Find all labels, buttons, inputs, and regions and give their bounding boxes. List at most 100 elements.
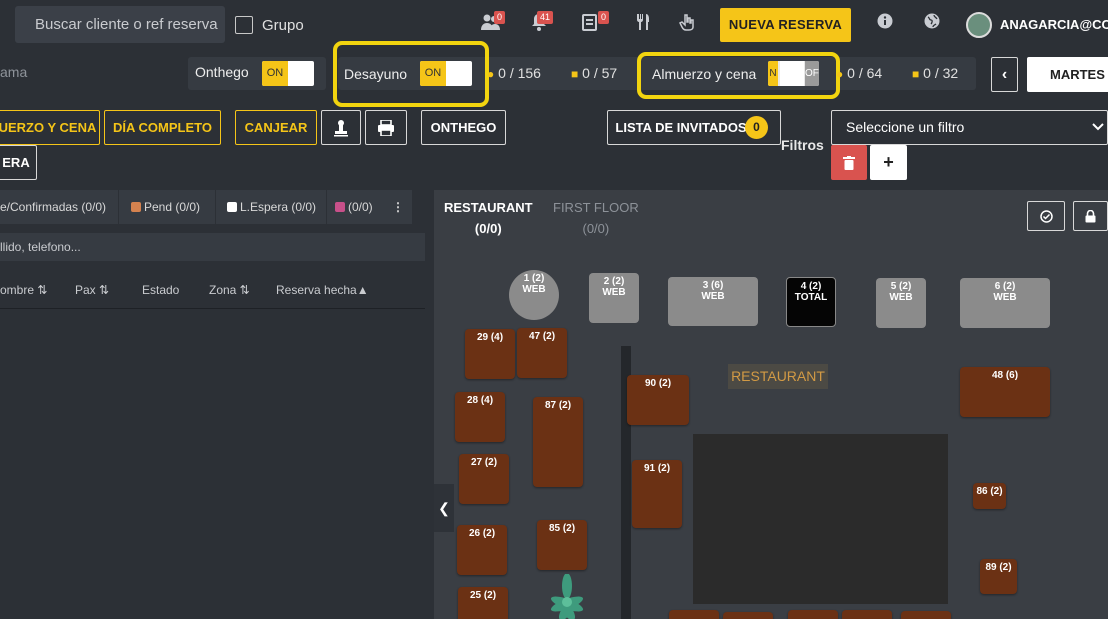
globe-icon[interactable] xyxy=(921,13,943,35)
table-1[interactable]: 1 (2) WEB xyxy=(509,270,559,320)
espera-color-square xyxy=(227,202,237,212)
table-86[interactable]: 86 (2) xyxy=(973,483,1006,509)
table-25[interactable]: 25 (2) xyxy=(458,587,508,619)
table-2-id: 2 (2) xyxy=(603,276,625,287)
desayuno-tables-value: 0 / 57 xyxy=(582,65,618,81)
table-91[interactable]: 91 (2) xyxy=(632,460,682,528)
filter-select-value: Seleccione un filtro xyxy=(846,119,965,135)
almuerzo-pax-count: ● 0 / 64 xyxy=(836,65,882,81)
pax-icon: ● xyxy=(487,67,495,81)
tab-confirmadas[interactable]: e/Confirmadas (0/0) xyxy=(0,200,106,214)
tab-first-floor-count: (0/0) xyxy=(582,221,610,236)
col-estado[interactable]: Estado xyxy=(142,283,179,297)
table-85[interactable]: 85 (2) xyxy=(537,520,587,570)
lock-icon xyxy=(1085,209,1096,223)
table-partial[interactable] xyxy=(788,610,838,619)
notes-badge: 0 xyxy=(598,11,610,24)
prev-day-button[interactable]: ‹ xyxy=(991,57,1018,92)
desayuno-toggle[interactable]: ON xyxy=(420,61,472,86)
table-90[interactable]: 90 (2) xyxy=(627,375,689,425)
bar-area xyxy=(693,434,948,604)
cutlery-icon[interactable] xyxy=(632,13,654,35)
new-reservation-button[interactable]: NUEVA RESERVA xyxy=(720,8,851,42)
add-filter-button[interactable]: + xyxy=(870,145,907,180)
date-selector[interactable]: MARTES T xyxy=(1027,57,1108,92)
tab-pendientes[interactable]: Pend (0/0) xyxy=(131,200,200,214)
select-all-button[interactable] xyxy=(1027,201,1065,231)
group-checkbox[interactable] xyxy=(235,16,253,34)
table-29[interactable]: 29 (4) xyxy=(465,329,515,379)
table-47-id: 47 (2) xyxy=(528,331,556,342)
almuerzo-toggle-on: N xyxy=(768,61,778,86)
table-47[interactable]: 47 (2) xyxy=(517,328,567,378)
canjear-button[interactable]: CANJEAR xyxy=(235,110,317,145)
table-partial[interactable] xyxy=(901,611,951,619)
dia-completo-button[interactable]: DÍA COMPLETO xyxy=(104,110,221,145)
table-3-id: 3 (6) xyxy=(702,280,724,291)
table-2[interactable]: 2 (2) WEB xyxy=(589,273,639,323)
tab-first-floor-name: FIRST FLOOR xyxy=(553,200,639,215)
reservation-search-input[interactable]: llido, telefono... xyxy=(0,233,425,261)
hand-icon[interactable] xyxy=(676,13,698,35)
collapse-panel-button[interactable]: ❮ xyxy=(434,484,454,532)
search-input[interactable]: Buscar cliente o ref reserva xyxy=(15,6,225,43)
table-6[interactable]: 6 (2) WEB xyxy=(960,278,1050,328)
lock-button[interactable] xyxy=(1073,201,1108,231)
sala-label-cut: ama xyxy=(0,64,28,80)
users-badge: 0 xyxy=(494,11,506,24)
user-name[interactable]: ANAGARCIA@COV xyxy=(1000,17,1108,32)
almuerzo-toggle[interactable]: N OF xyxy=(768,61,819,86)
table-29-id: 29 (4) xyxy=(476,332,504,343)
table-26[interactable]: 26 (2) xyxy=(457,525,507,575)
table-header-divider xyxy=(0,308,425,309)
delete-filter-button[interactable] xyxy=(831,145,867,180)
table-4[interactable]: 4 (2) TOTAL xyxy=(786,277,836,327)
tab-other-label: (0/0) xyxy=(348,200,373,214)
tab-first-floor[interactable]: FIRST FLOOR (0/0) xyxy=(553,197,639,239)
info-icon[interactable] xyxy=(874,13,896,35)
table-icon: ■ xyxy=(571,67,579,81)
check-circle-icon xyxy=(1039,210,1053,223)
stamp-button[interactable] xyxy=(321,110,361,145)
table-26-id: 26 (2) xyxy=(468,528,496,539)
table-27[interactable]: 27 (2) xyxy=(459,454,509,504)
chevron-down-icon xyxy=(1092,119,1104,135)
more-options-icon[interactable]: ⋮ xyxy=(392,200,404,214)
onthego-toggle-on: ON xyxy=(262,61,288,86)
pax-icon: ● xyxy=(836,67,844,81)
col-nombre[interactable]: ombre ⇅ xyxy=(0,283,47,297)
table-28[interactable]: 28 (4) xyxy=(455,392,505,442)
onthego-toggle[interactable]: ON xyxy=(262,61,314,86)
onthego-button[interactable]: ONTHEGO xyxy=(421,110,506,145)
almuerzo-cena-button[interactable]: UERZO Y CENA xyxy=(0,110,100,145)
table-icon: ■ xyxy=(912,67,920,81)
tab-restaurant[interactable]: RESTAURANT (0/0) xyxy=(444,197,533,239)
table-89[interactable]: 89 (2) xyxy=(980,559,1017,594)
table-5[interactable]: 5 (2) WEB xyxy=(876,278,926,328)
espera-button[interactable]: ERA xyxy=(0,145,37,180)
col-reserva-hecha[interactable]: Reserva hecha▲ xyxy=(276,283,369,297)
col-pax[interactable]: Pax ⇅ xyxy=(75,283,109,297)
guest-list-count-badge: 0 xyxy=(745,116,768,139)
table-87[interactable]: 87 (2) xyxy=(533,397,583,487)
table-partial[interactable] xyxy=(842,610,892,619)
table-partial[interactable] xyxy=(669,610,719,619)
table-48[interactable]: 48 (6) xyxy=(960,367,1050,417)
avatar[interactable] xyxy=(966,12,992,38)
print-button[interactable] xyxy=(365,110,407,145)
table-86-id: 86 (2) xyxy=(976,486,1003,497)
table-partial[interactable] xyxy=(723,612,773,619)
col-zona[interactable]: Zona ⇅ xyxy=(209,283,250,297)
table-3[interactable]: 3 (6) WEB xyxy=(668,277,758,326)
tab-restaurant-count: (0/0) xyxy=(474,221,502,236)
tab-other[interactable]: (0/0) xyxy=(335,200,373,214)
tab-divider xyxy=(326,190,327,224)
almuerzo-table-count: ■ 0 / 32 xyxy=(912,65,958,81)
other-color-square xyxy=(335,202,345,212)
almuerzo-pax-value: 0 / 64 xyxy=(847,65,883,81)
print-icon xyxy=(378,119,394,137)
desayuno-pax-count: ● 0 / 156 xyxy=(487,65,541,81)
table-1-id: 1 (2) xyxy=(523,273,545,284)
filter-select[interactable]: Seleccione un filtro xyxy=(831,110,1108,145)
tab-lista-espera[interactable]: L.Espera (0/0) xyxy=(227,200,316,214)
